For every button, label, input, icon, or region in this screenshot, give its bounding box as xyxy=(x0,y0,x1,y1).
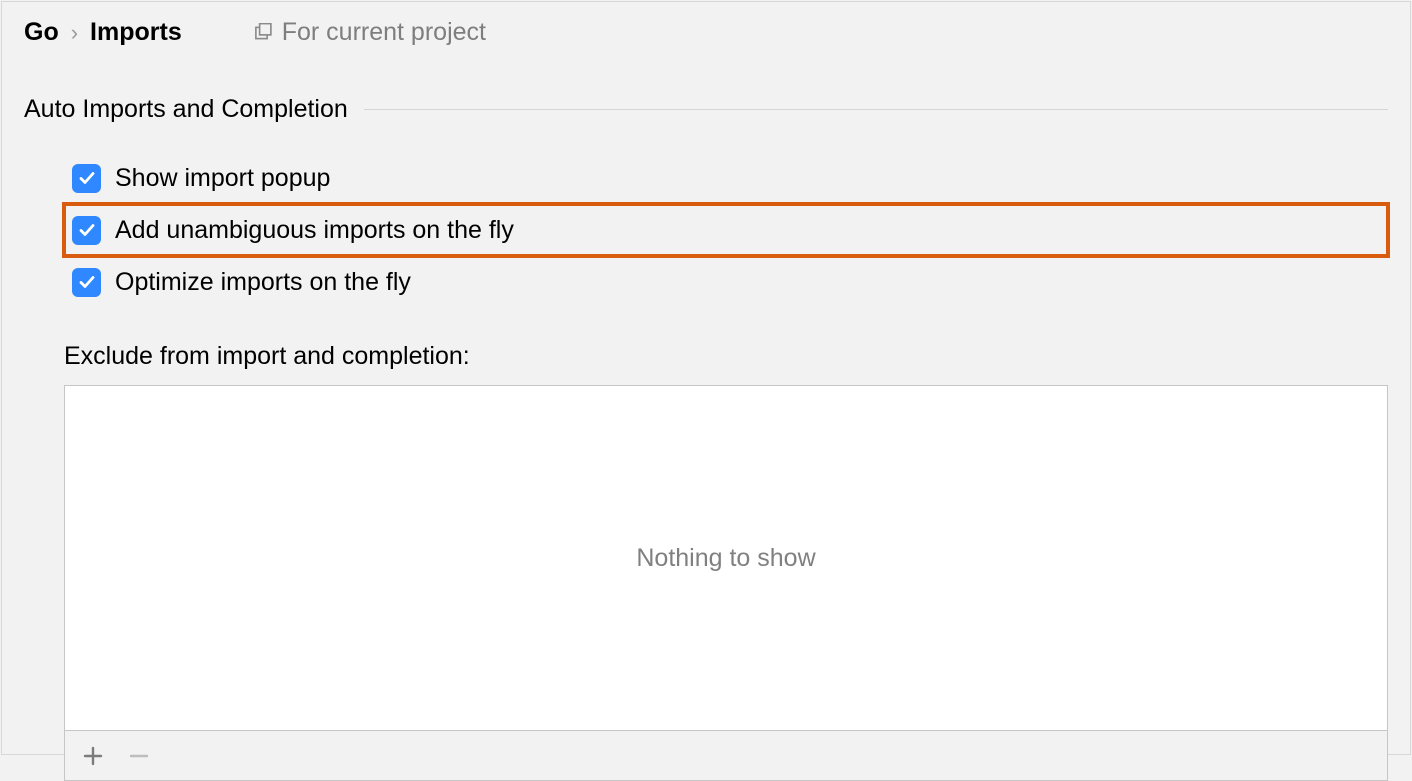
option-optimize-imports[interactable]: Optimize imports on the fly xyxy=(64,256,1388,308)
options-group: Show import popup Add unambiguous import… xyxy=(24,152,1388,308)
option-show-import-popup[interactable]: Show import popup xyxy=(64,152,1388,204)
chevron-right-icon: › xyxy=(71,20,78,46)
option-add-unambiguous-imports[interactable]: Add unambiguous imports on the fly xyxy=(64,204,1388,256)
exclude-toolbar xyxy=(64,731,1388,781)
scope-label: For current project xyxy=(282,18,486,47)
scope-indicator: For current project xyxy=(254,18,486,47)
checkbox-checked-icon[interactable] xyxy=(72,268,101,297)
settings-panel: Go › Imports For current project Auto Im… xyxy=(1,1,1411,755)
exclude-list[interactable]: Nothing to show xyxy=(64,385,1388,731)
breadcrumb-root[interactable]: Go xyxy=(24,18,59,47)
checkbox-checked-icon[interactable] xyxy=(72,164,101,193)
option-label: Add unambiguous imports on the fly xyxy=(115,216,514,245)
breadcrumb: Go › Imports For current project xyxy=(24,18,1388,47)
empty-placeholder: Nothing to show xyxy=(636,544,815,573)
exclude-label: Exclude from import and completion: xyxy=(24,342,1388,371)
option-label: Optimize imports on the fly xyxy=(115,268,411,297)
option-label: Show import popup xyxy=(115,164,330,193)
section-divider xyxy=(364,109,1388,110)
checkbox-checked-icon[interactable] xyxy=(72,216,101,245)
project-scope-icon xyxy=(254,23,274,43)
section-title: Auto Imports and Completion xyxy=(24,95,348,124)
breadcrumb-leaf: Imports xyxy=(90,18,182,47)
section-header: Auto Imports and Completion xyxy=(24,95,1388,124)
